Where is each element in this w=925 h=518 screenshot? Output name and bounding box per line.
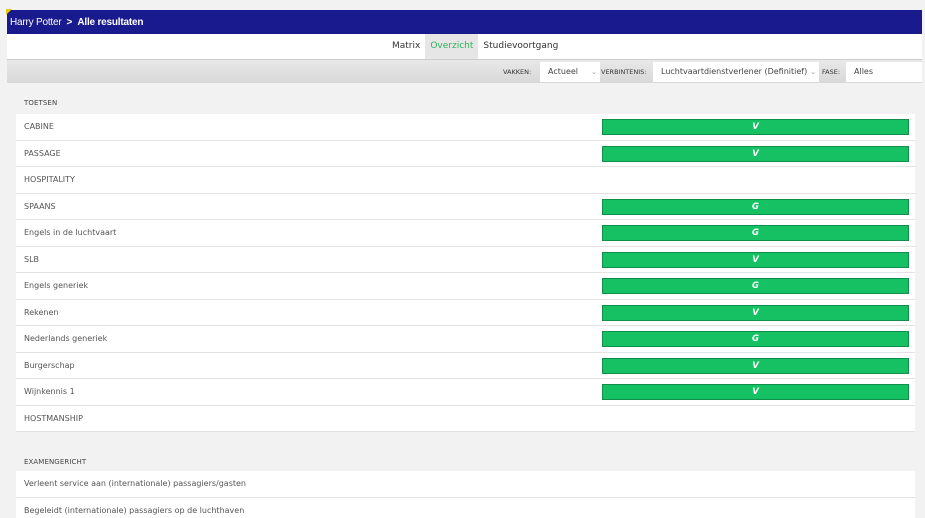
tab-overzicht[interactable]: Overzicht <box>425 34 479 59</box>
chevron-down-icon: ⌄ <box>810 68 816 76</box>
breadcrumb-current: Alle resultaten <box>77 16 144 28</box>
row-label: Nederlands generiek <box>24 334 108 343</box>
row-label: Engels generiek <box>24 281 89 290</box>
vakken-label: VAKKEN: <box>503 68 532 76</box>
table-row[interactable]: Nederlands generiek G <box>16 326 915 353</box>
view-tabs: Matrix Overzicht Studievoortgang <box>387 34 563 59</box>
breadcrumb-separator: > <box>66 16 73 28</box>
top-header-bar: Harry Potter > Alle resultaten <box>6 9 922 34</box>
examengericht-list: Verleent service aan (internationale) pa… <box>16 471 915 518</box>
row-label: HOSTMANSHIP <box>24 413 83 423</box>
row-label: Engels in de luchtvaart <box>24 228 117 237</box>
toetsen-title: TOETSEN <box>24 99 58 107</box>
row-label: SPAANS <box>24 201 56 211</box>
result-bar: G <box>602 225 909 241</box>
result-bar: G <box>602 198 909 215</box>
table-row[interactable]: Wijnkennis 1 V <box>16 379 915 406</box>
table-row[interactable]: HOSTMANSHIP <box>16 405 915 432</box>
table-row[interactable]: CABINE V <box>16 114 915 141</box>
row-label: SLB <box>24 254 40 264</box>
result-bar: G <box>602 278 909 294</box>
table-row[interactable]: Engels generiek G <box>16 273 915 300</box>
result-bar: V <box>602 145 909 162</box>
breadcrumb-student[interactable]: Harry Potter <box>10 17 62 28</box>
table-row[interactable]: Verleent service aan (internationale) pa… <box>16 471 915 498</box>
tabs-area: Matrix Overzicht Studievoortgang <box>7 34 922 59</box>
verbintenis-select[interactable]: Luchtvaartdienstverlener (Definitief) ⌄ <box>653 62 819 82</box>
result-bar: G <box>602 331 909 347</box>
toetsen-list: CABINE V PASSAGE V HOSPITALITY SPAANS G Eng… <box>16 114 915 432</box>
table-row[interactable]: SPAANS G <box>16 193 915 220</box>
result-bar: V <box>602 119 909 135</box>
verbintenis-value: Luchtvaartdienstverlener (Definitief) <box>661 67 808 76</box>
row-label: Verleent service aan (internationale) pa… <box>24 479 246 488</box>
tab-matrix[interactable]: Matrix <box>387 34 425 59</box>
table-row[interactable]: HOSPITALITY <box>16 167 915 194</box>
tab-studievoortgang[interactable]: Studievoortgang <box>478 34 563 59</box>
table-row[interactable]: Begeleidt (internationale) passagiers op… <box>16 497 915 518</box>
row-label: CABINE <box>24 122 54 131</box>
result-bar: V <box>602 304 909 321</box>
row-label: Wijnkennis 1 <box>24 387 75 396</box>
fase-select[interactable]: Alles <box>846 62 922 82</box>
row-label: Rekenen <box>24 307 59 317</box>
filter-bar: VAKKEN: Actueel ⌄ VERBINTENIS: Luchtvaar… <box>7 59 922 83</box>
table-row[interactable]: Burgerschap V <box>16 352 915 379</box>
row-label: Burgerschap <box>24 360 75 370</box>
table-row[interactable]: SLB V <box>16 246 915 273</box>
result-bar: V <box>602 384 909 400</box>
row-label: HOSPITALITY <box>24 175 75 184</box>
examengericht-title: EXAMENGERICHT <box>24 458 87 466</box>
verbintenis-label: VERBINTENIS: <box>601 68 647 76</box>
vakken-value: Actueel <box>548 67 579 76</box>
row-label: Begeleidt (internationale) passagiers op… <box>24 505 245 515</box>
vakken-select[interactable]: Actueel ⌄ <box>540 62 600 82</box>
fase-label: FASE: <box>822 68 841 76</box>
fase-value: Alles <box>854 67 874 76</box>
row-label: PASSAGE <box>24 148 61 158</box>
table-row[interactable]: Engels in de luchtvaart G <box>16 220 915 247</box>
table-row[interactable]: PASSAGE V <box>16 140 915 167</box>
corner-marker <box>6 9 12 15</box>
result-bar: V <box>602 357 909 374</box>
result-bar: V <box>602 251 909 268</box>
chevron-down-icon: ⌄ <box>591 68 597 76</box>
table-row[interactable]: Rekenen V <box>16 299 915 326</box>
